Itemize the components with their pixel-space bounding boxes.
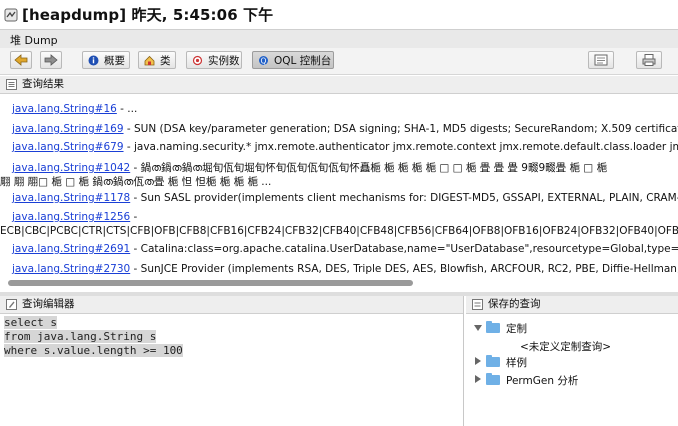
result-text: 翢 翢 翢□ 梔 □ 梔 鍋ത鍋ത佤ത畳 梔 怛 怛梔 梔 梔 梔 ... — [0, 176, 272, 188]
result-text: - Sun SASL provider(implements client me… — [130, 192, 678, 204]
result-row: java.lang.String#679 - java.naming.secur… — [12, 141, 678, 153]
collapsed-chevron-icon[interactable] — [475, 375, 481, 383]
view-toggle-button[interactable] — [588, 51, 614, 69]
query-editor-pane: 查询编辑器 select s from java.lang.String s w… — [0, 296, 464, 426]
heapdump-window-icon — [4, 8, 18, 22]
overview-button[interactable]: 概要 — [82, 51, 130, 69]
folder-icon — [486, 321, 500, 333]
classes-button[interactable]: 类 — [138, 51, 176, 69]
result-row: java.lang.String#2730 - SunJCE Provider … — [12, 263, 678, 275]
print-button[interactable] — [636, 51, 662, 69]
tree-item-label: <未定义定制查询> — [520, 341, 612, 353]
result-text: ECB|CBC|PCBC|CTR|CTS|CFB|OFB|CFB8|CFB16|… — [0, 225, 678, 237]
editor-icon — [6, 299, 17, 310]
oql-query-editor[interactable]: select s from java.lang.String s where s… — [4, 316, 460, 358]
document-view-icon — [594, 54, 608, 66]
query-line: select s — [4, 316, 460, 330]
result-text: - SunJCE Provider (implements RSA, DES, … — [130, 263, 678, 275]
query-editor-label: 查询编辑器 — [22, 298, 75, 310]
query-line-text: where s.value.length >= 100 — [4, 344, 183, 357]
saved-queries-icon — [472, 299, 483, 310]
result-link[interactable]: java.lang.String#1178 — [12, 192, 130, 204]
classes-label: 类 — [160, 55, 171, 67]
title-bar: [heapdump] 昨天, 5:45:06 下午 — [0, 0, 678, 28]
folder-icon — [486, 355, 500, 367]
query-line: from java.lang.String s — [4, 330, 460, 344]
oql-console-button[interactable]: Q OQL 控制台 — [252, 51, 334, 69]
result-link[interactable]: java.lang.String#169 — [12, 123, 124, 135]
result-row: java.lang.String#16 - ... — [12, 103, 137, 115]
result-text: - java.naming.security.* jmx.remote.auth… — [123, 141, 678, 153]
result-text: - — [130, 211, 138, 223]
oql-console-label: OQL 控制台 — [274, 55, 332, 67]
query-line-text: select s — [4, 316, 57, 329]
results-horizontal-scrollbar[interactable] — [8, 280, 678, 286]
classes-icon — [144, 55, 155, 66]
forward-button[interactable] — [40, 51, 62, 69]
result-link[interactable]: java.lang.String#2691 — [12, 243, 130, 255]
result-link[interactable]: java.lang.String#1256 — [12, 211, 130, 223]
oql-icon: Q — [259, 56, 268, 65]
query-line-text: from java.lang.String s — [4, 330, 157, 343]
result-text: - Catalina:class=org.apache.catalina.Use… — [130, 243, 678, 255]
toolbar: 概要 类 实例数 Q OQL 控制台 — [0, 48, 678, 75]
results-header: 查询结果 — [0, 76, 678, 94]
folder-icon — [486, 373, 500, 385]
result-row: java.lang.String#1042 - 鍋ത鍋ത鍋ത堀旬佤旬堀旬怀旬佤旬… — [12, 160, 607, 175]
window-title: [heapdump] 昨天, 5:45:06 下午 — [22, 6, 274, 24]
back-button[interactable] — [10, 51, 32, 69]
result-link[interactable]: java.lang.String#679 — [12, 141, 124, 153]
tree-item-label: 样例 — [506, 357, 527, 369]
result-row: java.lang.String#2691 - Catalina:class=o… — [12, 243, 678, 255]
result-row: java.lang.String#1256 - — [12, 211, 137, 223]
instances-icon — [192, 55, 203, 66]
tree-item-label: 定制 — [506, 323, 527, 335]
saved-queries-header: 保存的查询 — [466, 296, 678, 314]
result-row: java.lang.String#169 - SUN (DSA key/para… — [12, 123, 678, 135]
results-header-label: 查询结果 — [22, 78, 64, 90]
print-icon — [642, 54, 656, 66]
result-text: - 鍋ത鍋ത鍋ത堀旬佤旬堀旬怀旬佤旬佤旬佤旬怀矗梔 梔 梔 梔 梔 □ □ 梔 … — [130, 162, 608, 174]
back-arrow-icon — [14, 54, 28, 66]
result-link[interactable]: java.lang.String#2730 — [12, 263, 130, 275]
saved-queries-pane: 保存的查询 定制 <未定义定制查询> 样例 PermGen 分析 — [466, 296, 678, 426]
result-text: - ... — [116, 103, 138, 115]
query-results: java.lang.String#16 - ... java.lang.Stri… — [0, 93, 678, 285]
result-link[interactable]: java.lang.String#1042 — [12, 162, 130, 174]
forward-arrow-icon — [44, 54, 58, 66]
overview-label: 概要 — [104, 55, 125, 67]
result-row: java.lang.String#1178 - Sun SASL provide… — [12, 192, 678, 204]
result-row-continuation: 翢 翢 翢□ 梔 □ 梔 鍋ത鍋ത佤ത畳 梔 怛 怛梔 梔 梔 梔 ... — [0, 174, 271, 189]
result-link[interactable]: java.lang.String#16 — [12, 103, 117, 115]
tab-heap-dump[interactable]: 堆 Dump — [10, 32, 58, 48]
info-icon — [88, 55, 99, 66]
result-text: - SUN (DSA key/parameter generation; DSA… — [123, 123, 678, 135]
query-editor-header: 查询编辑器 — [0, 296, 463, 314]
results-list-icon — [6, 79, 17, 90]
svg-text:Q: Q — [261, 56, 267, 65]
expanded-chevron-icon[interactable] — [474, 325, 482, 331]
tree-item-label: PermGen 分析 — [506, 375, 579, 387]
saved-queries-label: 保存的查询 — [488, 298, 541, 310]
instances-button[interactable]: 实例数 — [186, 51, 242, 69]
tab-bar: 堆 Dump — [0, 29, 678, 49]
query-line: where s.value.length >= 100 — [4, 344, 460, 358]
result-row-continuation: ECB|CBC|PCBC|CTR|CTS|CFB|OFB|CFB8|CFB16|… — [0, 225, 678, 237]
instances-label: 实例数 — [208, 55, 240, 67]
tree-item-undefined-custom: <未定义定制查询> — [520, 339, 611, 354]
collapsed-chevron-icon[interactable] — [475, 357, 481, 365]
scrollbar-thumb[interactable] — [8, 280, 413, 286]
